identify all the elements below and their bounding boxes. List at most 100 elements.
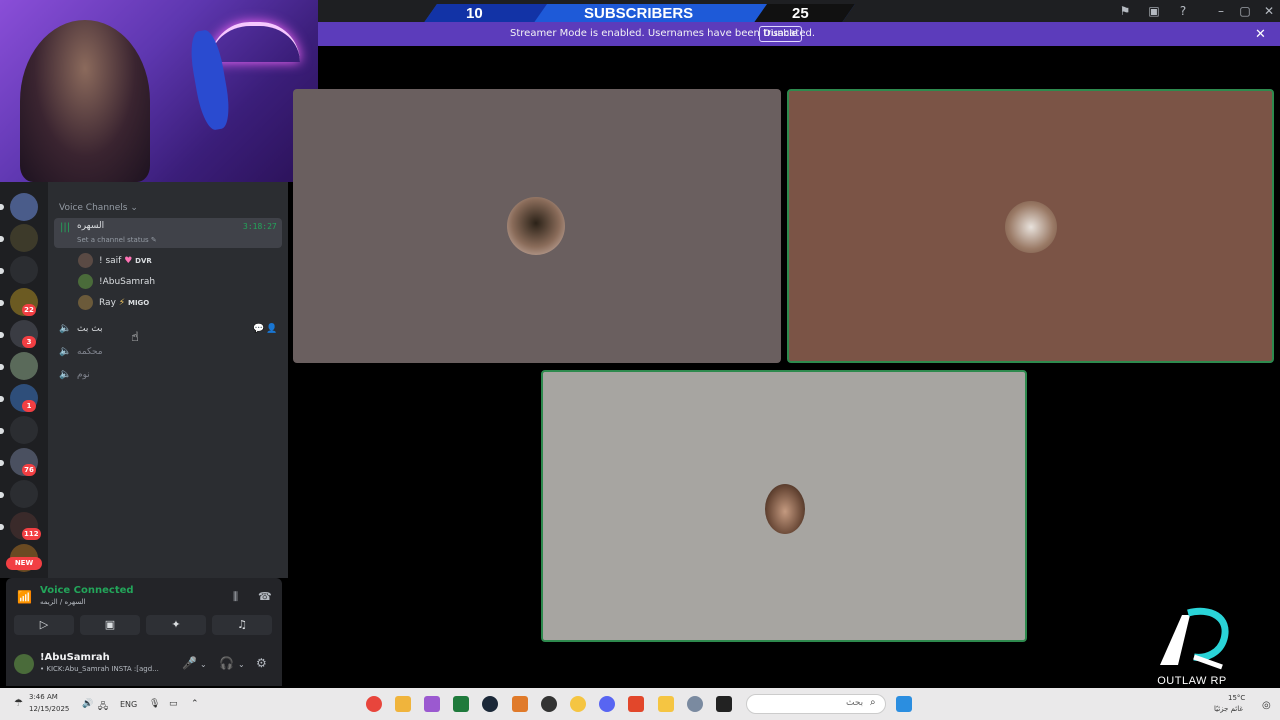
participant-avatar: [507, 197, 565, 255]
chevron-down-icon[interactable]: ⌄: [238, 660, 245, 669]
chat-icon[interactable]: 💬: [253, 324, 264, 334]
server-icon[interactable]: [10, 224, 38, 252]
server-icon[interactable]: [10, 480, 38, 508]
channel-status[interactable]: Set a channel status ✎: [77, 236, 157, 244]
noise-suppression-icon[interactable]: ⫼: [233, 590, 238, 604]
member-tag: DVR: [135, 257, 152, 265]
flag-icon[interactable]: ⚑: [1118, 4, 1132, 18]
chrome-icon[interactable]: [366, 696, 382, 712]
user-name[interactable]: !AbuSamrah: [40, 652, 110, 663]
cursor-icon: ☝: [131, 330, 139, 345]
invite-icon[interactable]: 👤: [266, 324, 277, 334]
soundboard-button[interactable]: ♫: [212, 615, 272, 635]
video-tile[interactable]: [293, 89, 781, 363]
microphone-icon[interactable]: 🎤: [182, 656, 197, 670]
windows-start-icon[interactable]: [896, 696, 912, 712]
battery-icon[interactable]: ▭: [169, 699, 178, 709]
channel-timer: 3:18:27: [243, 222, 277, 231]
member-avatar[interactable]: [78, 295, 93, 310]
server-icon[interactable]: [10, 352, 38, 380]
speaker-icon: 🔈: [59, 369, 72, 380]
obs-icon[interactable]: [541, 696, 557, 712]
notification-icon[interactable]: ◎: [1262, 700, 1271, 711]
taskbar-search[interactable]: [746, 694, 886, 714]
taskbar-date[interactable]: 12/15/2025: [29, 705, 69, 713]
subscriber-count-right: 25: [792, 5, 809, 22]
disconnect-icon[interactable]: ☎: [258, 590, 272, 603]
channel-name[interactable]: بث بث: [77, 324, 103, 334]
signal-icon[interactable]: 📶: [17, 590, 32, 604]
help-icon[interactable]: ?: [1176, 4, 1190, 18]
server-notification-badge: 1: [22, 400, 36, 412]
chevron-down-icon[interactable]: ⌄: [200, 660, 207, 669]
camera-off-button[interactable]: ▷: [14, 615, 74, 635]
video-tile-speaking[interactable]: [787, 89, 1274, 363]
member-name[interactable]: Ray ⚡ MIGO: [99, 298, 149, 308]
voice-connected-status[interactable]: Voice Connected: [40, 585, 134, 596]
taskbar-time[interactable]: 3:46 AM: [29, 693, 58, 701]
video-tile-speaking[interactable]: [541, 370, 1027, 642]
voice-activity-icon: |||: [60, 222, 71, 233]
brave-icon[interactable]: [628, 696, 644, 712]
server-icon[interactable]: [10, 416, 38, 444]
settings-gear-icon[interactable]: ⚙: [256, 656, 267, 670]
new-badge: NEW: [6, 557, 42, 570]
close-banner-icon[interactable]: ✕: [1255, 27, 1266, 42]
channel-name[interactable]: نوم: [77, 370, 90, 380]
heart-icon: ♥: [124, 256, 133, 266]
participant-avatar: [1005, 201, 1057, 253]
pencil-icon: ✎: [150, 236, 157, 244]
microphone-tray-icon[interactable]: 🎙: [149, 699, 160, 709]
headphones-icon[interactable]: 🎧: [219, 656, 234, 670]
app-icon[interactable]: [716, 696, 732, 712]
weather-icon[interactable]: ☂: [14, 698, 23, 709]
app-icon[interactable]: [570, 696, 586, 712]
server-notification-badge: 22: [22, 304, 36, 316]
disable-streamer-mode-button[interactable]: Disable: [759, 26, 802, 42]
channel-name: السهره: [77, 221, 105, 231]
channel-name[interactable]: محكمه: [77, 347, 103, 357]
outlaw-rp-text: OUTLAW RP: [1157, 675, 1227, 687]
screen-share-button[interactable]: ▣: [80, 615, 140, 635]
member-name[interactable]: ! saif ♥ DVR: [99, 256, 152, 266]
app-icon[interactable]: [512, 696, 528, 712]
minimize-icon[interactable]: –: [1214, 4, 1228, 18]
maximize-icon[interactable]: ▢: [1238, 4, 1252, 18]
server-icon[interactable]: [10, 193, 38, 221]
streamer-figure: [20, 20, 150, 182]
weather-temp[interactable]: 15°C: [1228, 694, 1245, 702]
participant-avatar: [765, 484, 805, 534]
user-custom-status[interactable]: • KICK:Abu_Samrah INSTA :[agd...: [40, 665, 172, 673]
voice-channels-header[interactable]: Voice Channels ⌄: [59, 203, 138, 213]
network-icon[interactable]: 🖧: [98, 699, 108, 715]
outlaw-rp-logo: [1160, 607, 1229, 670]
app-icon[interactable]: [395, 696, 411, 712]
language-indicator[interactable]: ENG: [120, 700, 137, 709]
settings-icon[interactable]: [687, 696, 703, 712]
chevron-up-icon[interactable]: ⌃: [191, 699, 199, 709]
excel-icon[interactable]: [453, 696, 469, 712]
server-icon[interactable]: [10, 256, 38, 284]
avatar[interactable]: [14, 654, 34, 674]
close-window-icon[interactable]: ✕: [1262, 4, 1276, 18]
steam-icon[interactable]: [482, 696, 498, 712]
volume-icon[interactable]: 🔊: [82, 699, 93, 709]
subscriber-bar-left-segment: [422, 4, 548, 24]
voice-location[interactable]: السهره / الزيمه: [40, 598, 86, 606]
server-notification-badge: 76: [22, 464, 36, 476]
neon-sign: [210, 22, 300, 62]
member-avatar[interactable]: [78, 274, 93, 289]
server-notification-badge: 112: [22, 528, 41, 540]
weather-desc[interactable]: غائم جزئيًا: [1214, 705, 1243, 713]
discord-icon[interactable]: [599, 696, 615, 712]
file-explorer-icon[interactable]: [658, 696, 674, 712]
subscriber-count-left: 10: [466, 5, 483, 22]
search-placeholder: بحث: [846, 698, 864, 708]
screen-share-icon[interactable]: ▣: [1147, 4, 1161, 18]
member-avatar[interactable]: [78, 253, 93, 268]
app-icon[interactable]: [424, 696, 440, 712]
member-tag: MIGO: [127, 299, 150, 307]
search-icon: ⌕: [870, 697, 876, 708]
member-name[interactable]: !AbuSamrah: [99, 277, 155, 287]
activities-button[interactable]: ✦: [146, 615, 206, 635]
